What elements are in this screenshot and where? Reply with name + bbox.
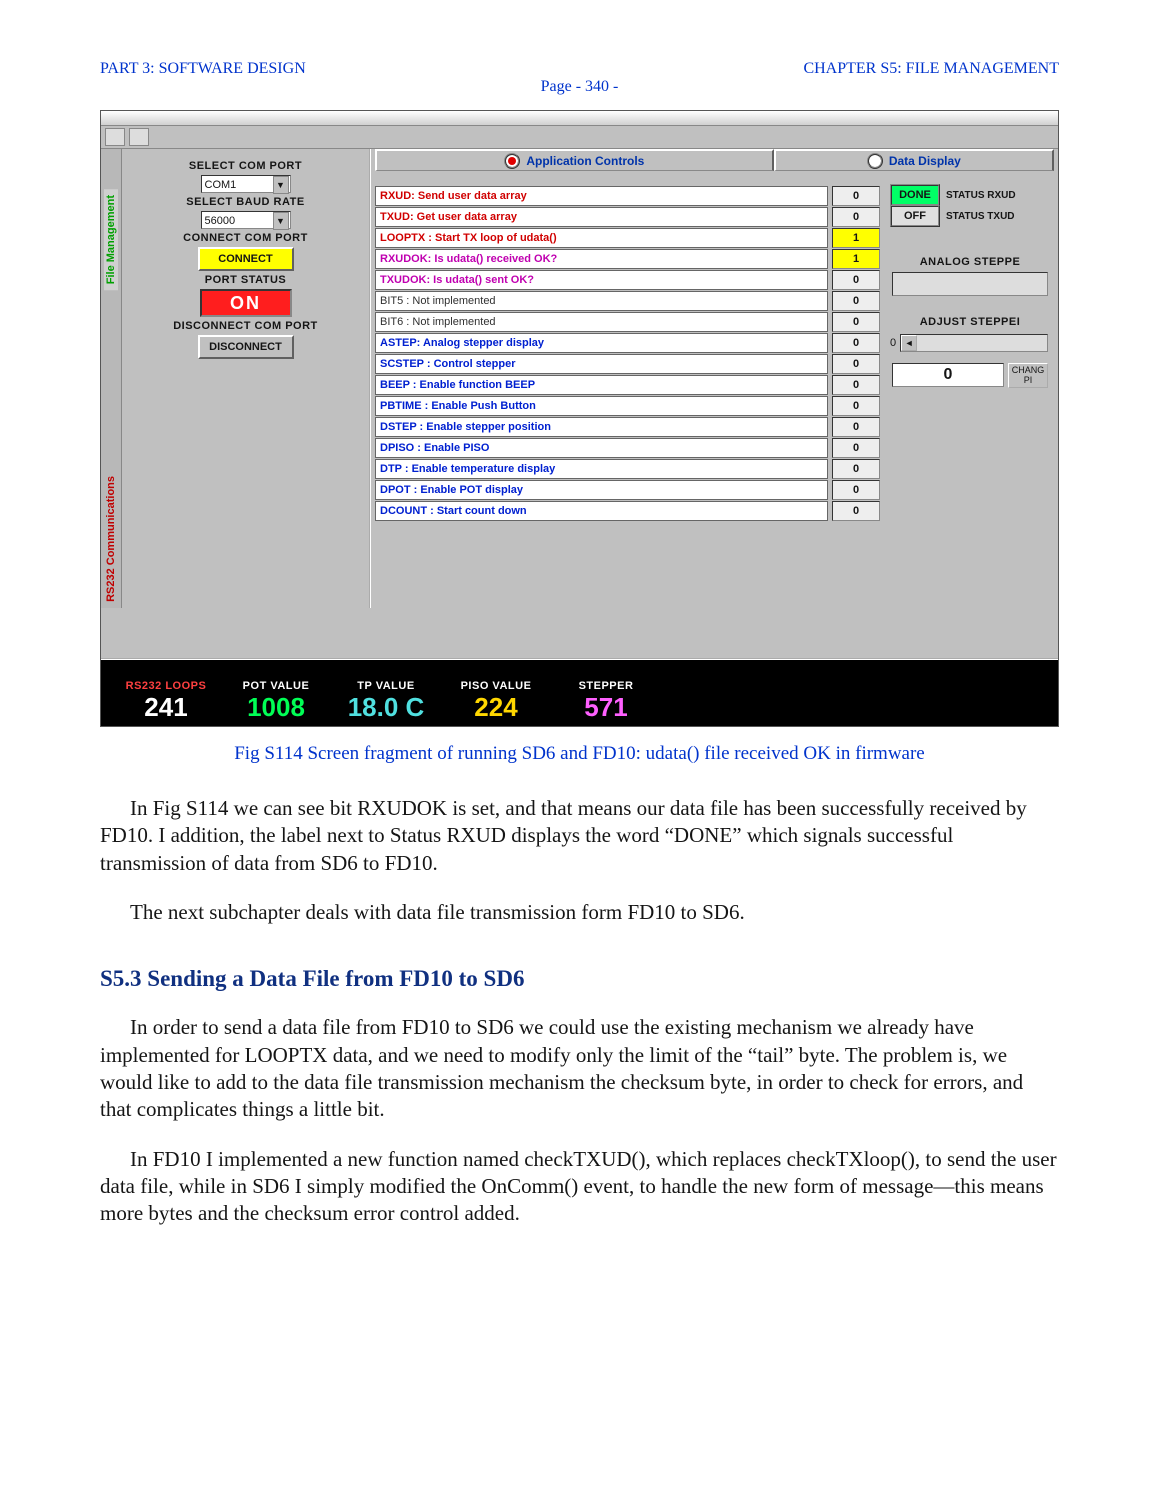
status-txud-label: STATUS TXUD [946,211,1015,222]
body-paragraph-4: In FD10 I implemented a new function nam… [100,1146,1059,1228]
header-right: CHAPTER S5: FILE MANAGEMENT [803,60,1059,78]
radio-off-icon [867,153,883,169]
status-col-3-value: 224 [441,694,551,720]
control-row-14-value: 0 [832,480,880,500]
control-row-12-value: 0 [832,438,880,458]
tab-application-controls[interactable]: Application Controls [375,149,774,171]
control-row-7-value: 0 [832,333,880,353]
connection-panel: SELECT COM PORT COM1 SELECT BAUD RATE 56… [122,149,371,608]
control-row-6-label[interactable]: BIT6 : Not implemented [375,312,828,332]
change-button[interactable]: CHANG PI [1008,363,1048,388]
control-row-5-value: 0 [832,291,880,311]
status-col-1: POT VALUE 1008 [221,680,331,720]
control-row-4-label[interactable]: TXUDOK: Is udata() sent OK? [375,270,828,290]
adjust-stepper-label: ADJUST STEPPEI [890,316,1050,328]
status-col-1-head: POT VALUE [221,680,331,692]
control-row-13-label[interactable]: DTP : Enable temperature display [375,459,828,479]
disconnect-button[interactable]: DISCONNECT [198,335,294,359]
figure-caption: Fig S114 Screen fragment of running SD6 … [100,743,1059,765]
connect-com-port-label: CONNECT COM PORT [128,232,363,244]
status-col-4-head: STEPPER [551,680,661,692]
status-col-0-value: 241 [111,694,221,720]
radio-on-icon [504,153,520,169]
vtab-file-management[interactable]: File Management [104,189,118,290]
tab-data-display-label: Data Display [889,154,961,168]
control-row-11-value: 0 [832,417,880,437]
status-col-3-head: PISO VALUE [441,680,551,692]
status-col-4-value: 571 [551,694,661,720]
control-row-15-label[interactable]: DCOUNT : Start count down [375,501,828,521]
control-row-4-value: 0 [832,270,880,290]
status-bar: RS232 LOOPS 241POT VALUE 1008TP VALUE 18.0 … [101,658,1058,726]
body-paragraph-1: In Fig S114 we can see bit RXUDOK is set… [100,795,1059,877]
select-baud-rate-label: SELECT BAUD RATE [128,196,363,208]
control-row-5-label[interactable]: BIT5 : Not implemented [375,291,828,311]
toolbar-icon-2[interactable] [129,128,149,146]
control-row-15-value: 0 [832,501,880,521]
toolbar [101,126,1058,149]
scroll-left-icon[interactable]: ◄ [901,335,917,351]
body-paragraph-2: The next subchapter deals with data file… [100,899,1059,926]
control-row-1-value: 0 [832,207,880,227]
adjust-stepper-scrollbar[interactable]: ◄ [900,334,1048,352]
status-rxud-value: DONE [890,184,940,206]
status-col-3: PISO VALUE 224 [441,680,551,720]
status-col-2-value: 18.0 C [331,694,441,720]
analog-stepper-ruler [892,272,1048,296]
tab-application-controls-label: Application Controls [526,154,644,168]
control-row-8-label[interactable]: SCSTEP : Control stepper [375,354,828,374]
adjust-zero-label: 0 [890,337,896,349]
select-com-port-label: SELECT COM PORT [128,160,363,172]
control-row-14-label[interactable]: DPOT : Enable POT display [375,480,828,500]
status-col-1-value: 1008 [221,694,331,720]
control-row-10-value: 0 [832,396,880,416]
control-row-3-label[interactable]: RXUDOK: Is udata() received OK? [375,249,828,269]
header-left: PART 3: SOFTWARE DESIGN [100,60,306,78]
section-heading: S5.3 Sending a Data File from FD10 to SD… [100,966,1059,992]
control-row-0-label[interactable]: RXUD: Send user data array [375,186,828,206]
control-row-6-value: 0 [832,312,880,332]
status-rxud-label: STATUS RXUD [946,190,1016,201]
control-row-9-label[interactable]: BEEP : Enable function BEEP [375,375,828,395]
control-row-3-value: 1 [832,249,880,269]
status-col-2-head: TP VALUE [331,680,441,692]
control-row-7-label[interactable]: ASTEP: Analog stepper display [375,333,828,353]
port-status-label: PORT STATUS [128,274,363,286]
vtab-rs232-communications[interactable]: RS232 Communications [104,470,118,608]
screenshot: File Management RS232 Communications SEL… [100,110,1059,727]
control-row-13-value: 0 [832,459,880,479]
port-status-value: ON [200,289,292,317]
status-txud-value: OFF [890,205,940,227]
connect-button[interactable]: CONNECT [198,247,294,271]
control-row-10-label[interactable]: PBTIME : Enable Push Button [375,396,828,416]
status-col-0: RS232 LOOPS 241 [111,680,221,720]
control-row-2-value: 1 [832,228,880,248]
body-paragraph-3: In order to send a data file from FD10 t… [100,1014,1059,1123]
control-row-8-value: 0 [832,354,880,374]
stepper-readout: 0 [892,363,1004,387]
control-row-1-label[interactable]: TXUD: Get user data array [375,207,828,227]
control-row-11-label[interactable]: DSTEP : Enable stepper position [375,417,828,437]
baud-rate-select[interactable]: 56000 [201,211,291,229]
status-col-2: TP VALUE 18.0 C [331,680,441,720]
com-port-select[interactable]: COM1 [201,175,291,193]
disconnect-com-port-label: DISCONNECT COM PORT [128,320,363,332]
control-row-9-value: 0 [832,375,880,395]
status-col-4: STEPPER 571 [551,680,661,720]
control-row-12-label[interactable]: DPISO : Enable PISO [375,438,828,458]
analog-stepper-label: ANALOG STEPPE [890,256,1050,268]
toolbar-icon-1[interactable] [105,128,125,146]
page-number: Page - 340 - [100,78,1059,96]
status-col-0-head: RS232 LOOPS [111,680,221,692]
control-row-0-value: 0 [832,186,880,206]
control-row-2-label[interactable]: LOOPTX : Start TX loop of udata() [375,228,828,248]
titlebar [101,111,1058,126]
tab-data-display[interactable]: Data Display [774,149,1054,171]
